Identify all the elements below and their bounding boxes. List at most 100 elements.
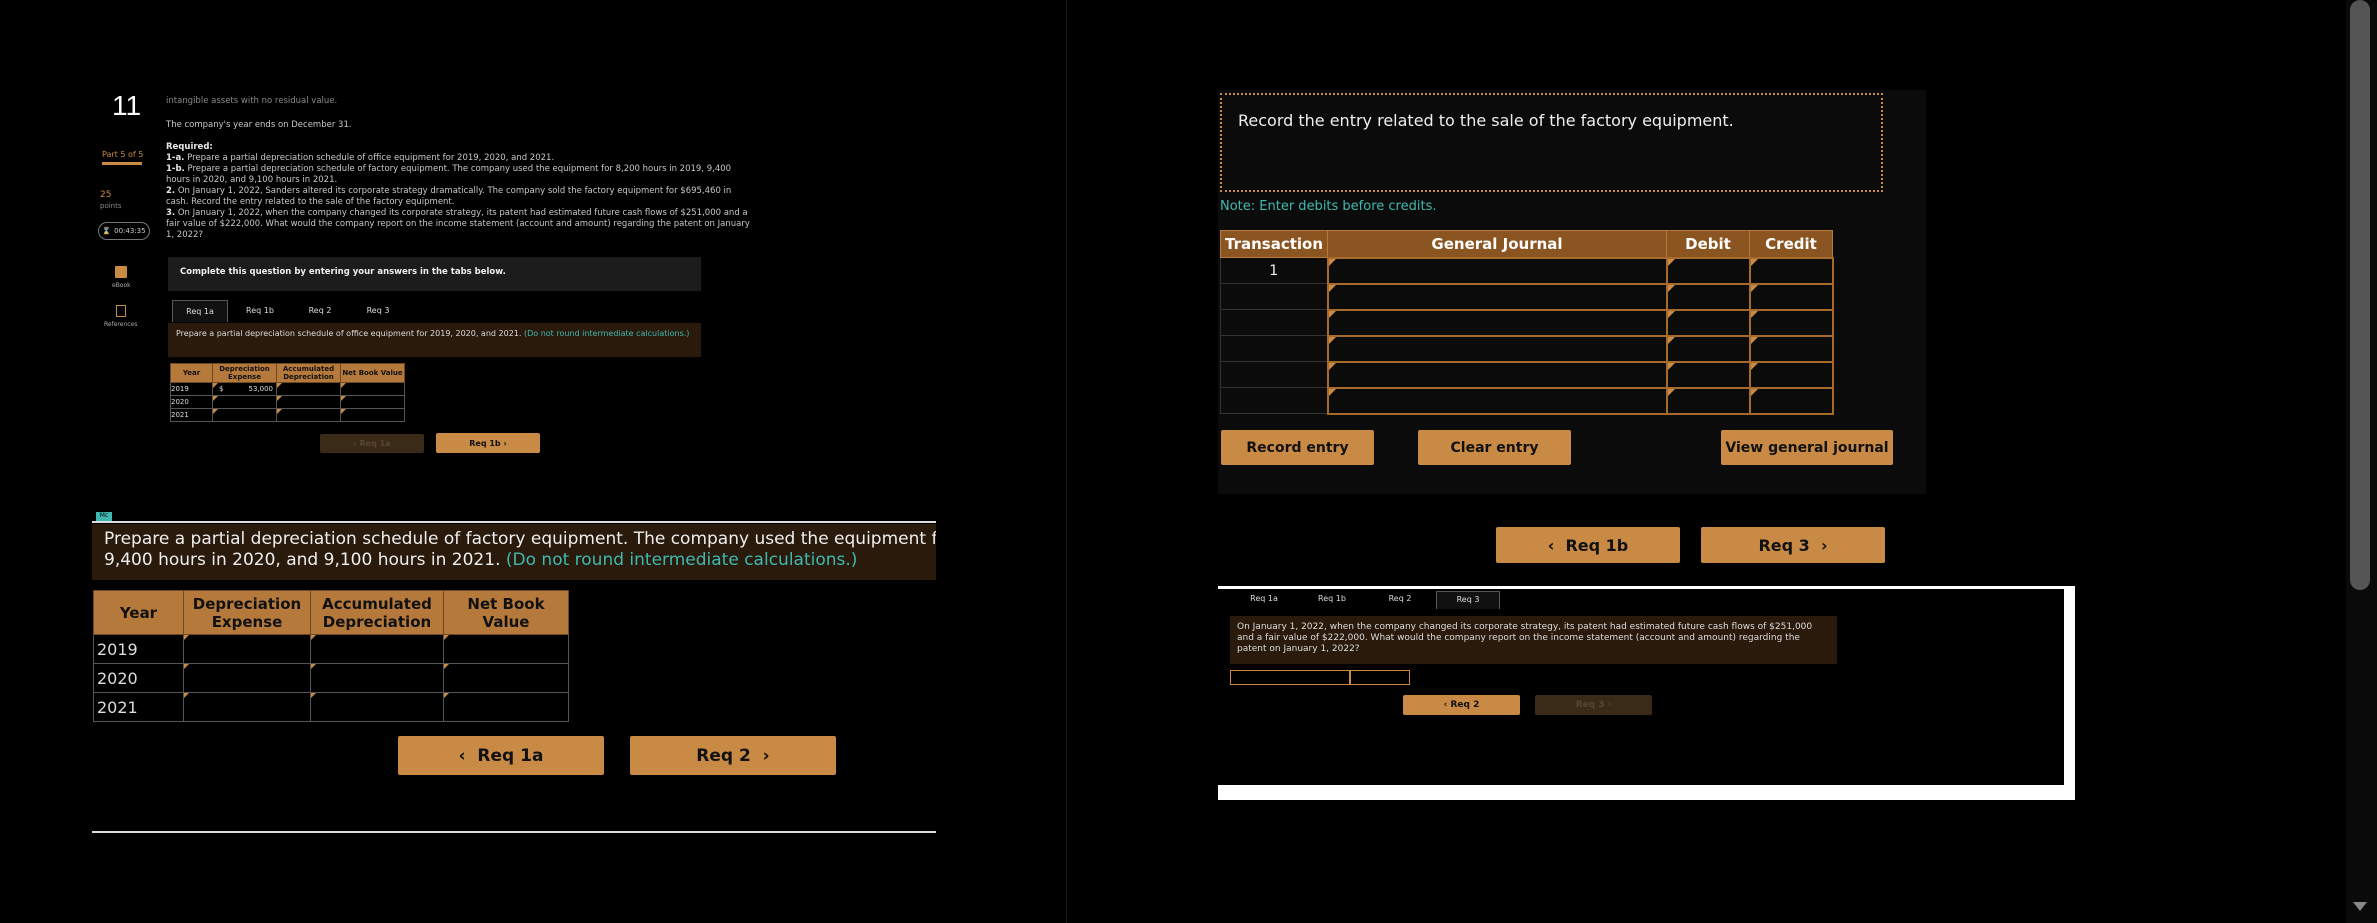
scrollbar-thumb[interactable] xyxy=(2350,0,2370,590)
timer-text: 00:43:35 xyxy=(114,227,146,235)
ebook-icon[interactable] xyxy=(115,266,127,278)
debit-input[interactable] xyxy=(1665,308,1751,337)
col-dep-expense: Depreciation Expense xyxy=(183,590,311,635)
year-cell: 2021 xyxy=(93,692,184,722)
req3-amount-input[interactable] xyxy=(1350,670,1410,685)
next-req-button[interactable]: Req 1b › xyxy=(436,433,540,453)
tab-req-2[interactable]: Req 2 xyxy=(292,300,348,322)
dep-expense-input[interactable] xyxy=(183,663,311,693)
dep-expense-input[interactable] xyxy=(212,408,277,422)
credit-input[interactable] xyxy=(1748,386,1834,415)
zoom-instruction-line1: Prepare a partial depreciation schedule … xyxy=(104,529,936,549)
nbv-input[interactable] xyxy=(340,408,405,422)
credit-input[interactable] xyxy=(1748,360,1834,389)
dep-expense-input[interactable]: $53,000 xyxy=(212,382,277,396)
references-icon[interactable] xyxy=(116,305,126,317)
table-row: 2020 xyxy=(93,663,569,693)
req-item-1a: 1-a. Prepare a partial depreciation sche… xyxy=(166,153,555,163)
req-item-1b: 1-b. Prepare a partial depreciation sche… xyxy=(166,164,732,185)
debit-input[interactable] xyxy=(1665,386,1751,415)
prev-req-button[interactable]: ‹ Req 1a xyxy=(320,434,424,453)
mini-tab-req-2[interactable]: Req 2 xyxy=(1368,591,1432,609)
nbv-input[interactable] xyxy=(340,395,405,409)
ebook-label[interactable]: eBook xyxy=(112,282,131,289)
references-label[interactable]: References xyxy=(104,321,137,328)
tab-req-3[interactable]: Req 3 xyxy=(350,300,406,322)
transaction-cell xyxy=(1220,335,1328,362)
debit-input[interactable] xyxy=(1665,334,1751,363)
col-nbv: Net Book Value xyxy=(340,363,405,383)
tab-req-1b[interactable]: Req 1b xyxy=(232,300,288,322)
account-input[interactable] xyxy=(1326,386,1668,415)
zoom-next-button[interactable]: Req 2 › xyxy=(630,736,836,775)
mini-tab-req-1a[interactable]: Req 1a xyxy=(1232,591,1296,609)
table-row xyxy=(1220,308,1834,337)
table-row: 2021 xyxy=(170,408,405,422)
acc-dep-input[interactable] xyxy=(310,663,444,693)
zoom-top-rule xyxy=(92,521,936,523)
credit-input[interactable] xyxy=(1748,282,1834,311)
mini-tab-req-1b[interactable]: Req 1b xyxy=(1300,591,1364,609)
year-cell: 2020 xyxy=(170,395,213,409)
year-cell: 2020 xyxy=(93,663,184,693)
cut-text: intangible assets with no residual value… xyxy=(166,96,338,106)
tab-req-1a[interactable]: Req 1a xyxy=(172,300,228,322)
account-input[interactable] xyxy=(1326,256,1668,285)
nbv-input[interactable] xyxy=(340,382,405,396)
dep-expense-input[interactable] xyxy=(183,692,311,722)
acc-dep-input[interactable] xyxy=(276,408,341,422)
req-1b-button[interactable]: ‹ Req 1b xyxy=(1496,527,1680,563)
acc-dep-input[interactable] xyxy=(276,382,341,396)
view-general-journal-button[interactable]: View general journal xyxy=(1721,430,1893,465)
chevron-right-icon: › xyxy=(1809,535,1828,555)
req-3-button[interactable]: Req 3 › xyxy=(1701,527,1885,563)
dep-expense-input[interactable] xyxy=(183,634,311,664)
scroll-down-arrow-icon[interactable] xyxy=(2353,902,2367,911)
acc-dep-input[interactable] xyxy=(310,634,444,664)
chevron-right-icon: › xyxy=(750,745,770,766)
clear-entry-button[interactable]: Clear entry xyxy=(1418,430,1571,465)
table-row: 2021 xyxy=(93,692,569,722)
instruction-text: Prepare a partial depreciation schedule … xyxy=(176,329,522,338)
col-acc-dep: Accumulated Depreciation xyxy=(276,363,341,383)
chevron-right-icon: › xyxy=(500,438,507,448)
credit-input[interactable] xyxy=(1748,256,1834,285)
chevron-left-icon: ‹ xyxy=(1547,535,1566,555)
right-margin xyxy=(2193,0,2346,923)
zoom-prev-button[interactable]: ‹ Req 1a xyxy=(398,736,604,775)
account-input[interactable] xyxy=(1326,360,1668,389)
transaction-cell xyxy=(1220,309,1328,336)
acc-dep-input[interactable] xyxy=(310,692,444,722)
transaction-number: 1 xyxy=(1220,257,1328,284)
table-row: 2019 $53,000 xyxy=(170,382,405,396)
col-dep-expense: Depreciation Expense xyxy=(212,363,277,383)
record-entry-button[interactable]: Record entry xyxy=(1221,430,1374,465)
timer-pill[interactable]: ⌛ 00:43:35 xyxy=(98,222,150,240)
mini-req-3-button[interactable]: Req 3 › xyxy=(1535,695,1652,715)
general-journal-table: Transaction General Journal Debit Credit… xyxy=(1220,230,1834,415)
question-number: 11 xyxy=(112,90,142,121)
debit-input[interactable] xyxy=(1665,360,1751,389)
account-input[interactable] xyxy=(1326,308,1668,337)
chevron-left-icon: ‹ xyxy=(458,745,478,766)
table-row: 2020 xyxy=(170,395,405,409)
table-row: 1 xyxy=(1220,256,1834,285)
debit-input[interactable] xyxy=(1665,282,1751,311)
credit-input[interactable] xyxy=(1748,334,1834,363)
req3-account-input[interactable] xyxy=(1230,670,1350,685)
dep-expense-input[interactable] xyxy=(212,395,277,409)
table-row xyxy=(1220,386,1834,415)
mini-tab-req-3[interactable]: Req 3 xyxy=(1436,591,1500,609)
nbv-input[interactable] xyxy=(443,663,569,693)
account-input[interactable] xyxy=(1326,334,1668,363)
req-item-2: 2. On January 1, 2022, Sanders altered i… xyxy=(166,186,732,207)
mini-req-2-button[interactable]: ‹ Req 2 xyxy=(1403,695,1520,715)
nbv-input[interactable] xyxy=(443,692,569,722)
col-debit: Debit xyxy=(1666,230,1750,258)
credit-input[interactable] xyxy=(1748,308,1834,337)
debit-input[interactable] xyxy=(1665,256,1751,285)
acc-dep-input[interactable] xyxy=(276,395,341,409)
account-input[interactable] xyxy=(1326,282,1668,311)
col-general-journal: General Journal xyxy=(1327,230,1667,258)
nbv-input[interactable] xyxy=(443,634,569,664)
